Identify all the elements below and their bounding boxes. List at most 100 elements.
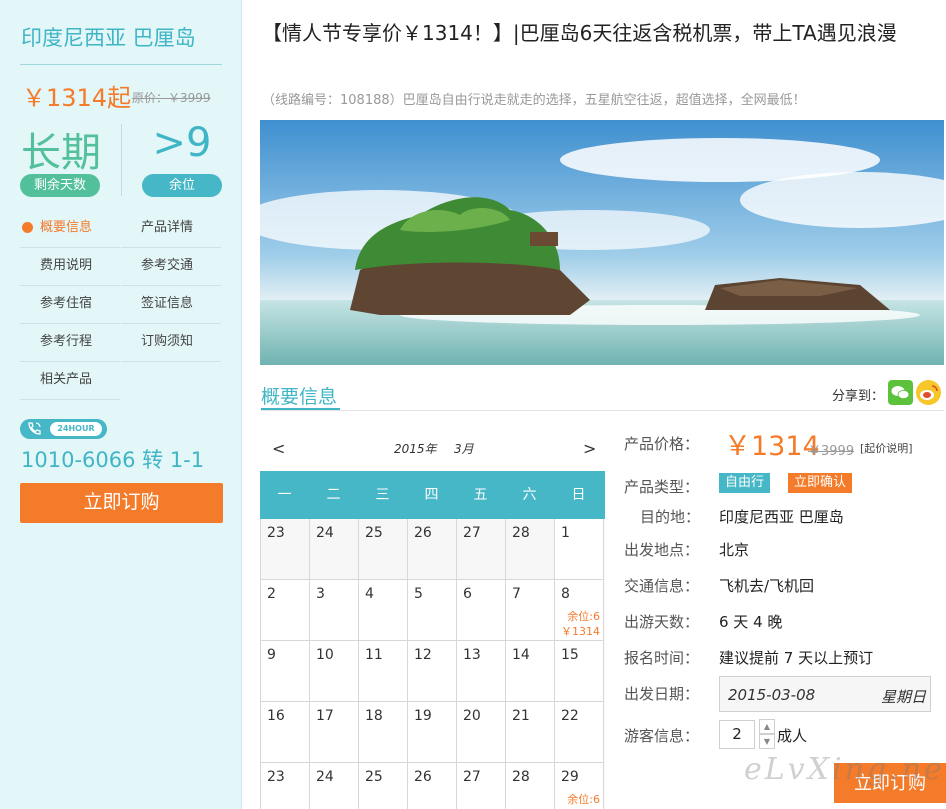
calendar-day[interactable]: 15 [555,641,604,702]
calendar-day[interactable]: 14 [506,641,555,702]
calendar-year: 2015年 [394,442,437,456]
calendar-day[interactable]: 28 [506,519,555,580]
calendar-day-number: 27 [463,769,481,785]
section-title: 概要信息 [261,386,338,408]
sidebar-item-hotel[interactable]: 参考住宿 [20,286,120,324]
weibo-icon[interactable] [916,380,941,405]
book-now-button[interactable]: 立即订购 [834,763,946,803]
weekday-label: 四 [424,487,439,503]
calendar-day-number: 10 [316,647,334,663]
destination-value: 印度尼西亚 巴厘岛 [719,508,844,526]
calendar-weekday-header: 一 二 三 四 五 六 日 [260,471,605,519]
sidebar-item-notice[interactable]: 订购须知 [121,324,221,362]
divider [121,124,122,196]
departure-date-field[interactable]: 2015-03-08 星期日 [719,676,931,712]
sidebar-item-overview[interactable]: 概要信息 [20,210,120,248]
calendar-day[interactable]: 8 余位:6 ￥1314 [555,580,604,641]
calendar-next-button[interactable]: > [583,439,596,458]
calendar-day[interactable]: 17 [310,702,359,763]
sidebar-book-button[interactable]: 立即订购 [20,483,223,523]
calendar-day[interactable]: 21 [506,702,555,763]
calendar-day[interactable]: 9 [261,641,310,702]
calendar-day[interactable]: 3 [310,580,359,641]
calendar-day[interactable]: 5 [408,580,457,641]
calendar-day-number: 25 [365,525,383,541]
calendar-day[interactable]: 26 [408,519,457,580]
calendar-day[interactable]: 27 [457,763,506,809]
calendar-day[interactable]: 19 [408,702,457,763]
hotline-phone: 1010-6066 转 1-1 [21,448,205,472]
sidebar-item-details[interactable]: 产品详情 [121,210,221,248]
signup-label: 报名时间： [624,649,700,667]
calendar-day-number: 14 [512,647,530,663]
weekday-label: 二 [326,487,341,503]
quantity-up-icon[interactable]: ▲ [759,719,775,734]
calendar-day[interactable]: 10 [310,641,359,702]
sidebar-original-price: 原价：￥3999 [132,91,211,105]
calendar-day-number: 25 [365,769,383,785]
sidebar-item-traffic[interactable]: 参考交通 [121,248,221,286]
sidebar-item-visa[interactable]: 签证信息 [121,286,221,324]
calendar-prev-button[interactable]: < [272,439,285,458]
weekday-label: 六 [522,487,537,503]
depart-value: 北京 [719,541,750,559]
calendar-day[interactable]: 27 [457,519,506,580]
calendar-day[interactable]: 29 余位:6 [555,763,604,809]
sidebar: 印度尼西亚 巴厘岛 ￥1314起 原价：￥3999 长期 剩余天数 >9 余位 … [0,0,242,809]
calendar-day[interactable]: 26 [408,763,457,809]
sidebar-item-fees[interactable]: 费用说明 [20,248,120,286]
wechat-icon[interactable] [888,380,913,405]
product-price: ￥1314 [724,431,820,462]
days-label: 出游天数： [624,613,700,631]
calendar-day[interactable]: 22 [555,702,604,763]
sidebar-item-label: 参考住宿 [40,296,93,311]
calendar-day-number: 26 [414,525,432,541]
depart-label: 出发地点： [624,541,700,559]
sidebar-price: ￥1314起 [22,84,132,112]
guest-quantity-input[interactable]: 2 [719,720,755,749]
calendar-day[interactable]: 23 [261,763,310,809]
tag-instant-confirm: 立即确认 [788,473,853,493]
sidebar-item-related[interactable]: 相关产品 [20,362,120,400]
phone-icon [26,421,42,437]
hero-image [260,120,944,365]
calendar-day-number: 28 [512,769,530,785]
calendar-day-number: 27 [463,525,481,541]
calendar-day[interactable]: 11 [359,641,408,702]
calendar-day[interactable]: 18 [359,702,408,763]
calendar-day[interactable]: 1 [555,519,604,580]
remaining-days-value: 长期 [21,130,101,176]
product-subtitle: （线路编号：108188）巴厘岛自由行说走就走的选择，五星航空往返，超值选择，全… [262,93,806,108]
calendar-day[interactable]: 12 [408,641,457,702]
calendar-day[interactable]: 24 [310,763,359,809]
calendar-day[interactable]: 24 [310,519,359,580]
calendar-day[interactable]: 7 [506,580,555,641]
seats-badge: 余位 [142,174,222,197]
calendar-day[interactable]: 20 [457,702,506,763]
calendar-day[interactable]: 23 [261,519,310,580]
calendar-day-number: 16 [267,708,285,724]
calendar-day-number: 3 [316,586,325,602]
calendar-day[interactable]: 13 [457,641,506,702]
price-note-link[interactable]: [起价说明] [860,440,913,456]
calendar-day[interactable]: 16 [261,702,310,763]
calendar-day[interactable]: 2 [261,580,310,641]
calendar-day[interactable]: 28 [506,763,555,809]
guest-label: 游客信息： [624,727,700,745]
calendar-day[interactable]: 25 [359,763,408,809]
calendar-day-number: 15 [561,647,579,663]
calendar-day[interactable]: 25 [359,519,408,580]
calendar-day-number: 26 [414,769,432,785]
calendar-day-number: 18 [365,708,383,724]
quantity-down-icon[interactable]: ▼ [759,734,775,749]
sidebar-item-label: 参考行程 [40,334,93,349]
calendar-day-number: 5 [414,586,423,602]
remaining-days-badge: 剩余天数 [20,174,100,197]
sidebar-item-itinerary[interactable]: 参考行程 [20,324,120,362]
calendar-day-number: 4 [365,586,374,602]
calendar-day[interactable]: 4 [359,580,408,641]
seats-value: >9 [152,120,212,166]
calendar-day[interactable]: 6 [457,580,506,641]
calendar-day-number: 22 [561,708,579,724]
section-underline [261,408,340,410]
